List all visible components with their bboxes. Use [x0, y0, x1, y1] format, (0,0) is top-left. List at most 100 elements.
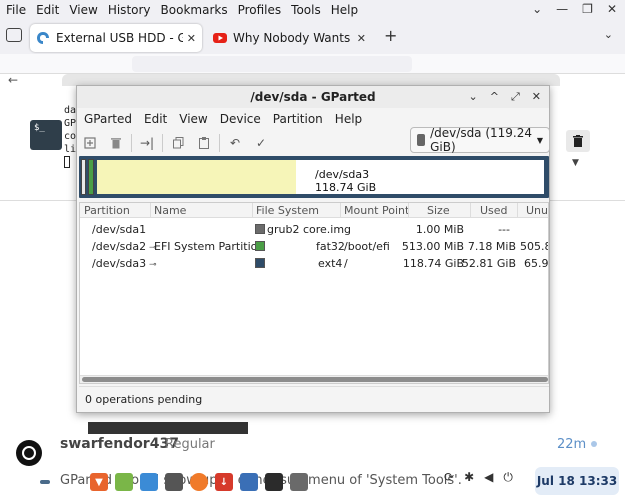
scrollbar-thumb[interactable]: [82, 377, 548, 382]
image-strip: [88, 422, 248, 434]
paste-icon[interactable]: [191, 132, 217, 154]
avatar[interactable]: [16, 440, 42, 466]
map-segment-sda3[interactable]: /dev/sda3 118.74 GiB: [96, 159, 545, 195]
cell-mount-point: /boot/efi: [344, 240, 390, 253]
column-name[interactable]: Name: [154, 204, 186, 217]
column-file-system[interactable]: File System: [256, 204, 319, 217]
firefox-icon[interactable]: [190, 473, 208, 491]
tab-external-usb-hdd[interactable]: External USB HDD - Gene ✕: [30, 24, 202, 52]
volume-icon[interactable]: ◀: [484, 470, 493, 485]
sidebar-toggle-icon[interactable]: [6, 28, 22, 42]
taskbar-indicator: [40, 480, 50, 484]
back-arrow-icon[interactable]: ←: [8, 73, 18, 87]
clock[interactable]: Jul 18 13:33: [535, 467, 619, 495]
code-line: GP: [64, 118, 76, 129]
column-mount-point[interactable]: Mount Point: [344, 204, 409, 217]
tab-close-icon[interactable]: ✕: [357, 32, 366, 45]
gparted-icon[interactable]: [290, 473, 308, 491]
table-row[interactable]: /dev/sda3 ⊸ ext4 / 118.74 GiB 52.81 GiB …: [80, 255, 548, 272]
tabs-list-icon[interactable]: ⌄: [604, 28, 613, 41]
disk-graphic: /dev/sda3 118.74 GiB: [79, 156, 549, 198]
close-icon[interactable]: ✕: [607, 2, 617, 16]
cell-mount-point: /: [344, 257, 348, 270]
fs-color-swatch: [255, 258, 265, 268]
post-role: Regular: [165, 437, 215, 452]
cell-size: 513.00 MiB: [401, 240, 464, 253]
browser-menubar: File Edit View History Bookmarks Profile…: [0, 0, 625, 20]
column-size[interactable]: Size: [427, 204, 450, 217]
map-segment-sda1[interactable]: [81, 159, 86, 195]
gparted-window-controls: ⌄ ^ ⤢ ✕: [469, 90, 541, 104]
menu-help[interactable]: Help: [326, 3, 363, 17]
column-partition[interactable]: Partition: [84, 204, 130, 217]
partition-path: /dev/sda3: [92, 257, 147, 270]
minimize-icon[interactable]: —: [556, 2, 568, 16]
column-used[interactable]: Used: [480, 204, 508, 217]
power-icon[interactable]: ⏻: [503, 470, 513, 485]
resize-move-icon[interactable]: →|: [134, 132, 160, 154]
menu-help[interactable]: Help: [329, 112, 368, 126]
save-icon[interactable]: [240, 473, 258, 491]
column-separator: [470, 203, 471, 218]
copy-icon[interactable]: [165, 132, 191, 154]
fs-color-swatch: [255, 241, 265, 251]
maximize-icon[interactable]: ❐: [582, 2, 593, 16]
map-segment-sda2[interactable]: [88, 159, 94, 195]
keep-above-icon[interactable]: ^: [490, 90, 499, 104]
gparted-titlebar[interactable]: /dev/sda - GParted ⌄ ^ ⤢ ✕: [77, 86, 549, 108]
gparted-window: /dev/sda - GParted ⌄ ^ ⤢ ✕ GParted Edit …: [76, 85, 550, 413]
store-icon[interactable]: [140, 473, 158, 491]
table-header: Partition Name File System Mount Point S…: [80, 203, 548, 218]
menu-view[interactable]: View: [64, 3, 102, 17]
brave-icon[interactable]: ▼: [90, 473, 108, 491]
partition-table: Partition Name File System Mount Point S…: [79, 202, 549, 384]
chevron-down-icon[interactable]: ▼: [572, 158, 579, 168]
table-row[interactable]: /dev/sda1 grub2 core.img 1.00 MiB ---: [80, 221, 548, 238]
new-tab-button[interactable]: +: [384, 26, 397, 45]
map-label: /dev/sda3 118.74 GiB: [315, 168, 376, 194]
undo-icon[interactable]: ↶: [222, 132, 248, 154]
code-snippet: da GP co li: [64, 104, 76, 156]
tab-close-icon[interactable]: ✕: [187, 32, 196, 45]
fs-color-swatch: [255, 224, 265, 234]
copy-code-button[interactable]: [566, 130, 590, 152]
post-time[interactable]: 22m: [557, 437, 586, 452]
tab-why-nobody[interactable]: Why Nobody Wants to Driv ✕: [207, 24, 372, 52]
device-selector-value: /dev/sda (119.24 GiB): [430, 126, 533, 154]
menu-bookmarks[interactable]: Bookmarks: [156, 3, 233, 17]
notes-icon[interactable]: [115, 473, 133, 491]
screenshot-icon[interactable]: [165, 473, 183, 491]
bluetooth-icon[interactable]: ✱: [464, 470, 474, 485]
maximize-icon[interactable]: ⤢: [511, 90, 520, 104]
download-icon[interactable]: ↓: [215, 473, 233, 491]
forum-favicon-icon: [36, 31, 50, 45]
post-username[interactable]: swarfendor437: [60, 436, 179, 452]
column-unused[interactable]: Unus: [526, 204, 548, 217]
menu-profiles[interactable]: Profiles: [233, 3, 287, 17]
menu-chevron-icon[interactable]: ⌄: [469, 90, 478, 104]
sync-icon[interactable]: ⟳: [444, 470, 454, 485]
table-row[interactable]: /dev/sda2 ⊸ EFI System Partition fat32 /…: [80, 238, 548, 255]
toolbar-separator: [219, 134, 220, 152]
close-icon[interactable]: ✕: [532, 90, 541, 104]
menu-device[interactable]: Device: [214, 112, 267, 126]
horizontal-scrollbar[interactable]: [80, 375, 548, 383]
cell-file-system: grub2 core.img: [267, 223, 352, 236]
menu-partition[interactable]: Partition: [267, 112, 329, 126]
new-partition-icon[interactable]: [77, 132, 103, 154]
menu-view[interactable]: View: [173, 112, 213, 126]
code-line: li: [64, 144, 76, 155]
menu-edit[interactable]: Edit: [31, 3, 64, 17]
apply-icon[interactable]: ✓: [248, 132, 274, 154]
menu-file[interactable]: File: [0, 3, 31, 17]
list-all-icon[interactable]: ⌄: [532, 2, 542, 16]
menu-tools[interactable]: Tools: [286, 3, 326, 17]
device-selector[interactable]: /dev/sda (119.24 GiB) ▼: [410, 126, 550, 154]
delete-icon[interactable]: [103, 132, 129, 154]
menu-edit[interactable]: Edit: [138, 112, 173, 126]
menu-gparted[interactable]: GParted: [77, 112, 138, 126]
menu-history[interactable]: History: [103, 3, 156, 17]
url-bar[interactable]: [132, 56, 412, 72]
terminal-app-icon[interactable]: [265, 473, 283, 491]
cell-used: 52.81 GiB: [461, 257, 516, 270]
